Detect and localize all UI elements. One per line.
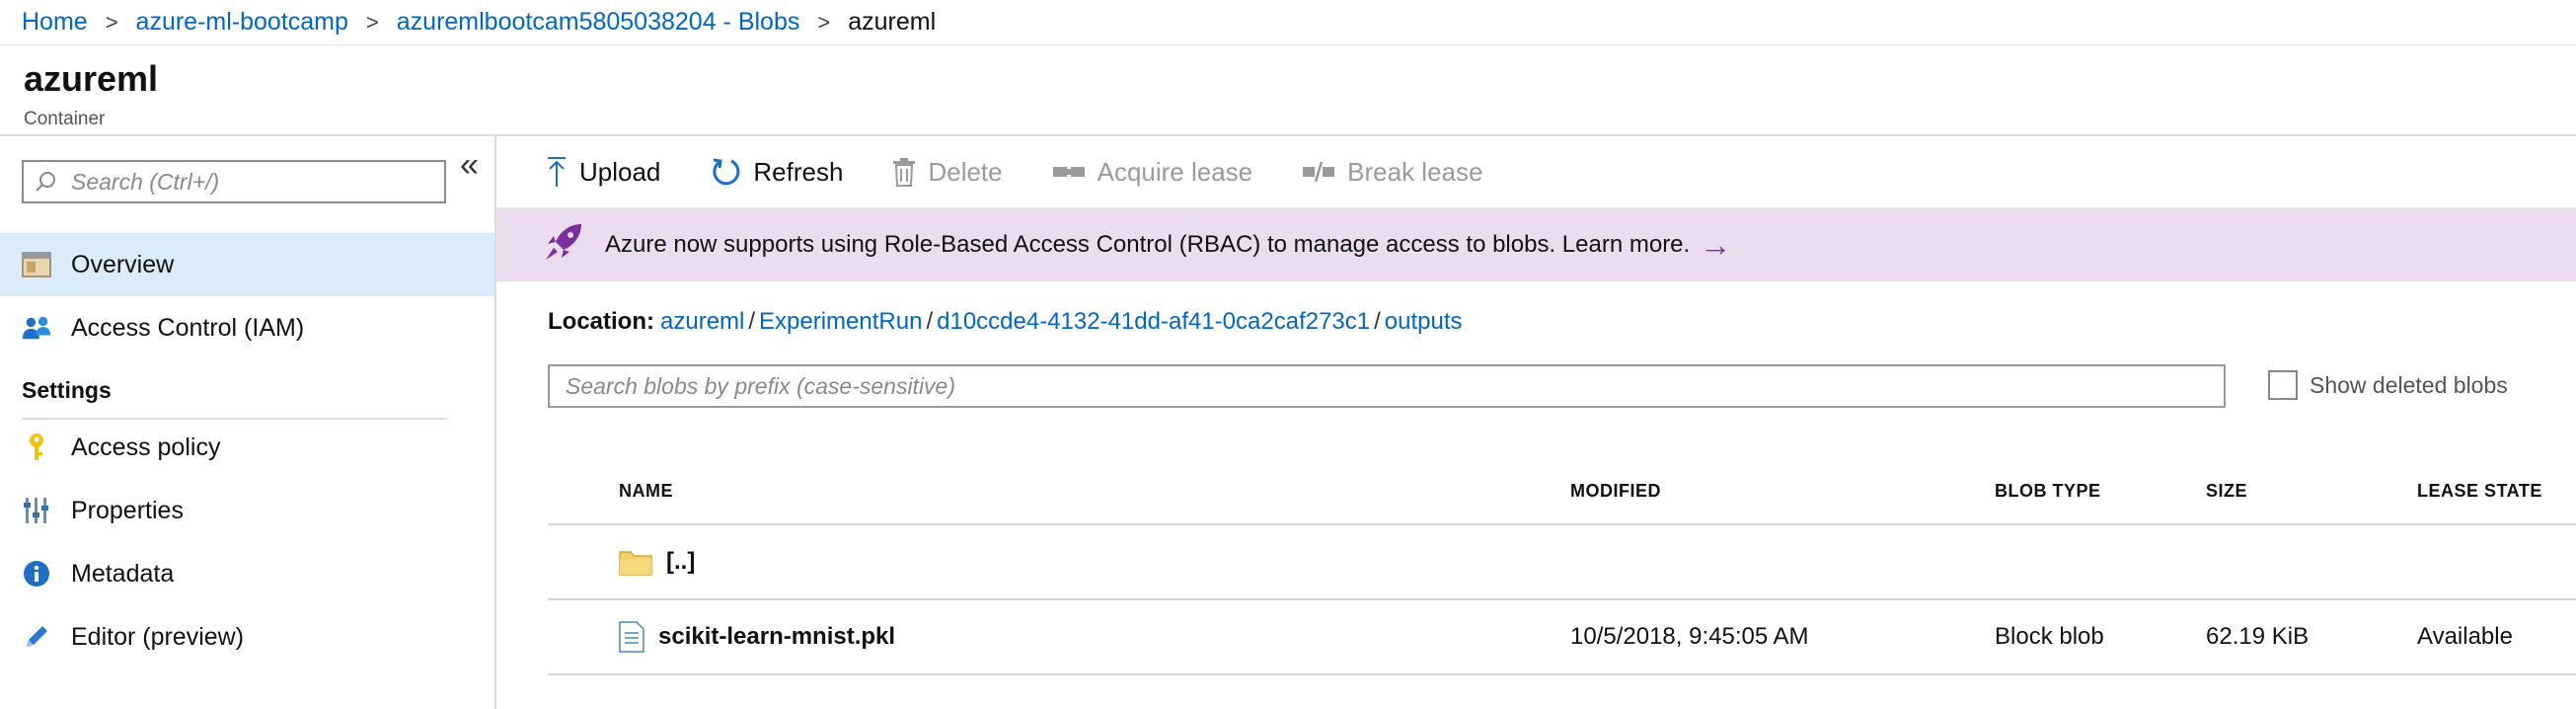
location-segment[interactable]: d10ccde4-4132-41dd-af41-0ca2caf273c1: [937, 308, 1370, 336]
search-icon: [34, 170, 57, 194]
info-banner[interactable]: Azure now supports using Role-Based Acce…: [496, 208, 2576, 281]
delete-label: Delete: [928, 156, 1003, 187]
refresh-icon: [710, 156, 741, 188]
table-row[interactable]: scikit-learn-mnist.pkl 10/5/2018, 9:45:0…: [548, 599, 2576, 675]
sidebar-item-label: Metadata: [71, 559, 175, 588]
location-label: Location:: [548, 308, 654, 335]
show-deleted-label: Show deleted blobs: [2310, 371, 2508, 398]
blob-type-cell: [1994, 524, 2205, 600]
breadcrumb-storage-blobs[interactable]: azuremlbootcam5805038204 - Blobs: [397, 8, 800, 37]
sidebar-item-overview[interactable]: Overview: [0, 233, 494, 296]
column-spacer: [548, 458, 618, 525]
break-lease-label: Break lease: [1347, 156, 1483, 187]
sidebar-item-label: Editor (preview): [71, 622, 245, 651]
trash-icon: [892, 157, 916, 187]
path-separator: /: [1374, 308, 1381, 335]
people-icon: [22, 313, 51, 343]
command-bar: Upload Refresh Delete Acquire lease Brea…: [496, 136, 2576, 208]
refresh-button[interactable]: Refresh: [710, 156, 843, 188]
acquire-lease-label: Acquire lease: [1097, 156, 1253, 187]
blob-type-cell: Block blob: [1994, 599, 2205, 675]
sidebar-item-editor[interactable]: Editor (preview): [0, 605, 494, 669]
filter-row: Show deleted blobs: [496, 362, 2576, 432]
column-header-size[interactable]: SIZE: [2205, 458, 2416, 525]
main-panel: Upload Refresh Delete Acquire lease Brea…: [496, 136, 2576, 709]
show-deleted-toggle[interactable]: Show deleted blobs: [2268, 370, 2508, 400]
sidebar-search[interactable]: [22, 160, 446, 203]
column-header-lease-state[interactable]: LEASE STATE: [2416, 458, 2576, 525]
refresh-label: Refresh: [753, 156, 844, 187]
sidebar: « Overview Access Control (IAM) Settings…: [0, 136, 496, 709]
breadcrumb-current: azureml: [848, 8, 937, 36]
lease-state-cell: Available: [2416, 599, 2576, 675]
blob-table: NAME MODIFIED BLOB TYPE SIZE LEASE STATE: [548, 458, 2576, 675]
lease-icon: [1052, 161, 1086, 183]
break-lease-button[interactable]: Break lease: [1302, 157, 1482, 188]
file-icon: [619, 621, 644, 653]
arrow-right-icon: →: [1700, 226, 1732, 263]
modified-cell: 10/5/2018, 9:45:05 AM: [1569, 599, 1994, 675]
lease-state-cell: [2416, 524, 2576, 600]
path-separator: /: [748, 308, 756, 335]
sidebar-item-metadata[interactable]: Metadata: [0, 542, 494, 605]
row-spacer: [548, 599, 618, 675]
key-icon: [22, 433, 51, 462]
location-segment[interactable]: ExperimentRun: [759, 308, 922, 336]
row-spacer: [548, 524, 618, 600]
location-path: Location: azureml / ExperimentRun / d10c…: [496, 281, 2576, 362]
page-header: azureml Container: [0, 45, 2576, 136]
chevron-right-icon: >: [817, 9, 831, 35]
sidebar-item-label: Overview: [71, 250, 175, 278]
page-title: azureml: [24, 58, 159, 99]
upload-label: Upload: [579, 156, 661, 187]
page-subtitle: Container: [24, 109, 106, 129]
name-cell[interactable]: [..]: [618, 524, 1569, 600]
breadcrumb: Home > azure-ml-bootcamp > azuremlbootca…: [0, 0, 2576, 45]
sidebar-item-properties[interactable]: Properties: [0, 479, 494, 542]
chevron-right-icon: >: [105, 9, 118, 35]
column-header-blob-type[interactable]: BLOB TYPE: [1994, 458, 2205, 525]
banner-text: Azure now supports using Role-Based Acce…: [605, 231, 1691, 258]
broken-link-icon: [1302, 160, 1335, 184]
size-cell: 62.19 KiB: [2205, 599, 2416, 675]
settings-section-title: Settings: [22, 377, 447, 420]
sliders-icon: [22, 496, 51, 525]
breadcrumb-home[interactable]: Home: [22, 8, 88, 37]
size-cell: [2205, 524, 2416, 600]
path-separator: /: [926, 308, 934, 335]
acquire-lease-button[interactable]: Acquire lease: [1052, 156, 1253, 188]
sidebar-search-input[interactable]: [69, 167, 444, 197]
modified-cell: [1569, 524, 1994, 600]
collapse-sidebar-icon[interactable]: «: [460, 146, 479, 185]
folder-icon: [619, 548, 652, 576]
rocket-icon: [544, 222, 583, 269]
blob-name: scikit-learn-mnist.pkl: [658, 623, 896, 650]
blob-name: [..]: [666, 548, 696, 575]
show-deleted-checkbox[interactable]: [2268, 370, 2298, 400]
location-segment[interactable]: azureml: [660, 308, 744, 336]
chevron-right-icon: >: [365, 9, 379, 35]
name-cell[interactable]: scikit-learn-mnist.pkl: [618, 599, 1569, 675]
info-icon: [22, 559, 51, 589]
table-row[interactable]: [..]: [548, 524, 2576, 600]
upload-icon: [546, 156, 568, 188]
delete-button[interactable]: Delete: [892, 156, 1003, 188]
sidebar-item-access-control[interactable]: Access Control (IAM): [0, 296, 494, 359]
table-header-row: NAME MODIFIED BLOB TYPE SIZE LEASE STATE: [548, 458, 2576, 525]
content-area: « Overview Access Control (IAM) Settings…: [0, 136, 2576, 709]
sidebar-item-access-policy[interactable]: Access policy: [0, 416, 494, 479]
overview-icon: [22, 250, 51, 279]
pencil-icon: [22, 622, 51, 652]
location-segment[interactable]: outputs: [1385, 308, 1463, 336]
column-header-modified[interactable]: MODIFIED: [1569, 458, 1994, 525]
blob-prefix-search-input[interactable]: [548, 364, 2226, 408]
upload-button[interactable]: Upload: [546, 156, 660, 188]
sidebar-item-label: Properties: [71, 496, 184, 524]
column-header-name[interactable]: NAME: [618, 458, 1569, 525]
breadcrumb-resource-group[interactable]: azure-ml-bootcamp: [136, 8, 348, 37]
sidebar-item-label: Access policy: [71, 433, 221, 461]
sidebar-item-label: Access Control (IAM): [71, 313, 305, 342]
